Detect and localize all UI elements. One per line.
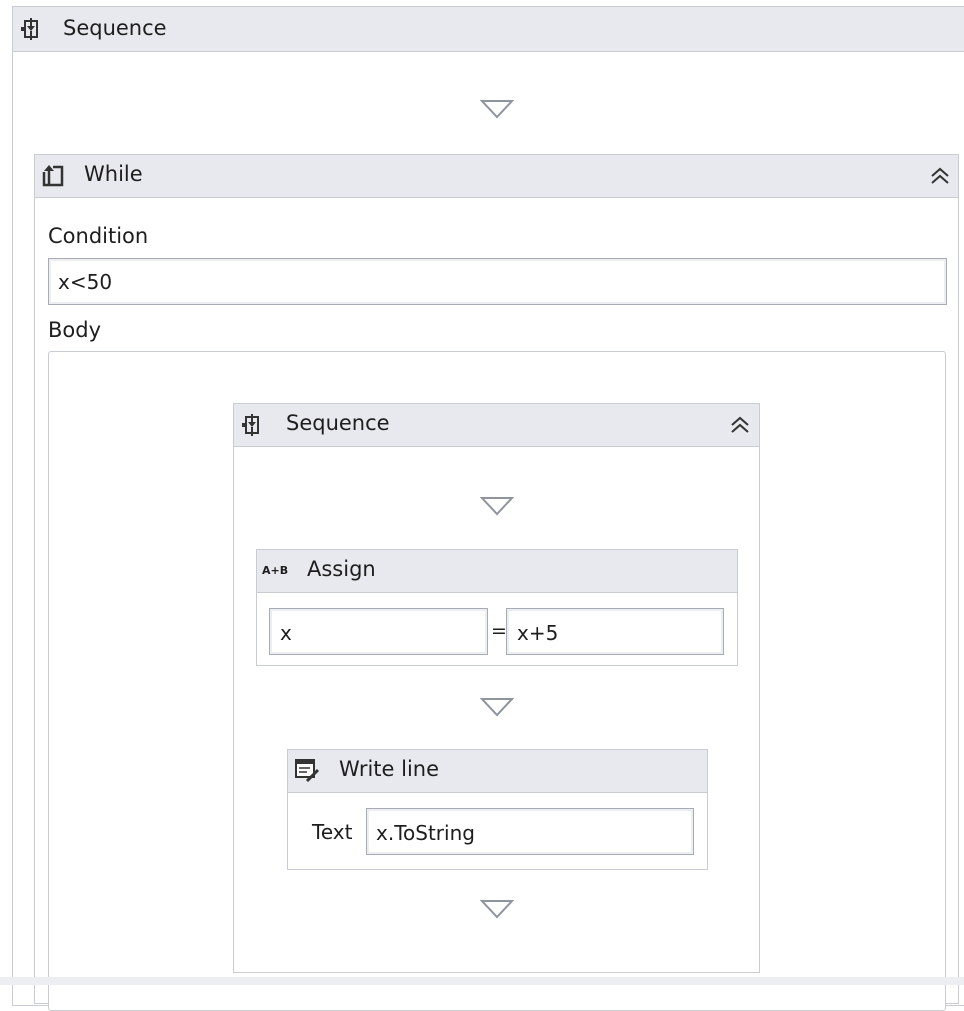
while-title: While: [84, 162, 143, 186]
assign-equals-sign: =: [491, 620, 507, 642]
collapse-chevron-icon[interactable]: [729, 415, 751, 435]
inner-sequence-activity[interactable]: Sequence: [233, 403, 760, 973]
drop-target-icon[interactable]: [480, 899, 514, 919]
drop-target-icon[interactable]: [480, 697, 514, 717]
writeline-text-label: Text: [312, 820, 353, 844]
while-loop-icon: [42, 165, 64, 187]
outer-sequence-header[interactable]: Sequence: [13, 7, 964, 52]
assign-value-text: x+5: [517, 621, 559, 645]
writeline-header[interactable]: Write line: [288, 750, 707, 793]
drop-target-icon[interactable]: [480, 496, 514, 516]
sequence-icon: [21, 18, 38, 40]
writeline-text-value: x.ToString: [376, 821, 475, 845]
while-header[interactable]: While: [35, 155, 958, 198]
write-line-icon: [295, 759, 320, 783]
condition-value: x<50: [58, 270, 113, 294]
condition-label: Condition: [48, 224, 149, 248]
outer-sequence-title: Sequence: [63, 16, 167, 40]
body-label: Body: [48, 318, 102, 342]
assign-activity[interactable]: A+B Assign x = x+5: [256, 549, 738, 666]
drop-target-icon[interactable]: [480, 99, 514, 119]
assign-to-input[interactable]: x: [269, 608, 488, 655]
sequence-icon: [242, 414, 259, 436]
collapse-chevron-icon[interactable]: [929, 166, 951, 186]
assign-value-input[interactable]: x+5: [506, 608, 724, 655]
assign-icon: A+B: [262, 564, 289, 577]
writeline-text-input[interactable]: x.ToString: [366, 808, 694, 855]
inner-sequence-header[interactable]: Sequence: [234, 404, 759, 447]
inner-sequence-title: Sequence: [286, 411, 390, 435]
assign-header[interactable]: A+B Assign: [257, 550, 737, 593]
condition-input[interactable]: x<50: [48, 258, 947, 305]
writeline-title: Write line: [339, 757, 440, 781]
assign-to-value: x: [280, 621, 292, 645]
writeline-activity[interactable]: Write line Text x.ToString: [287, 749, 708, 870]
assign-title: Assign: [307, 557, 376, 581]
horizontal-scrollbar[interactable]: [0, 977, 964, 985]
